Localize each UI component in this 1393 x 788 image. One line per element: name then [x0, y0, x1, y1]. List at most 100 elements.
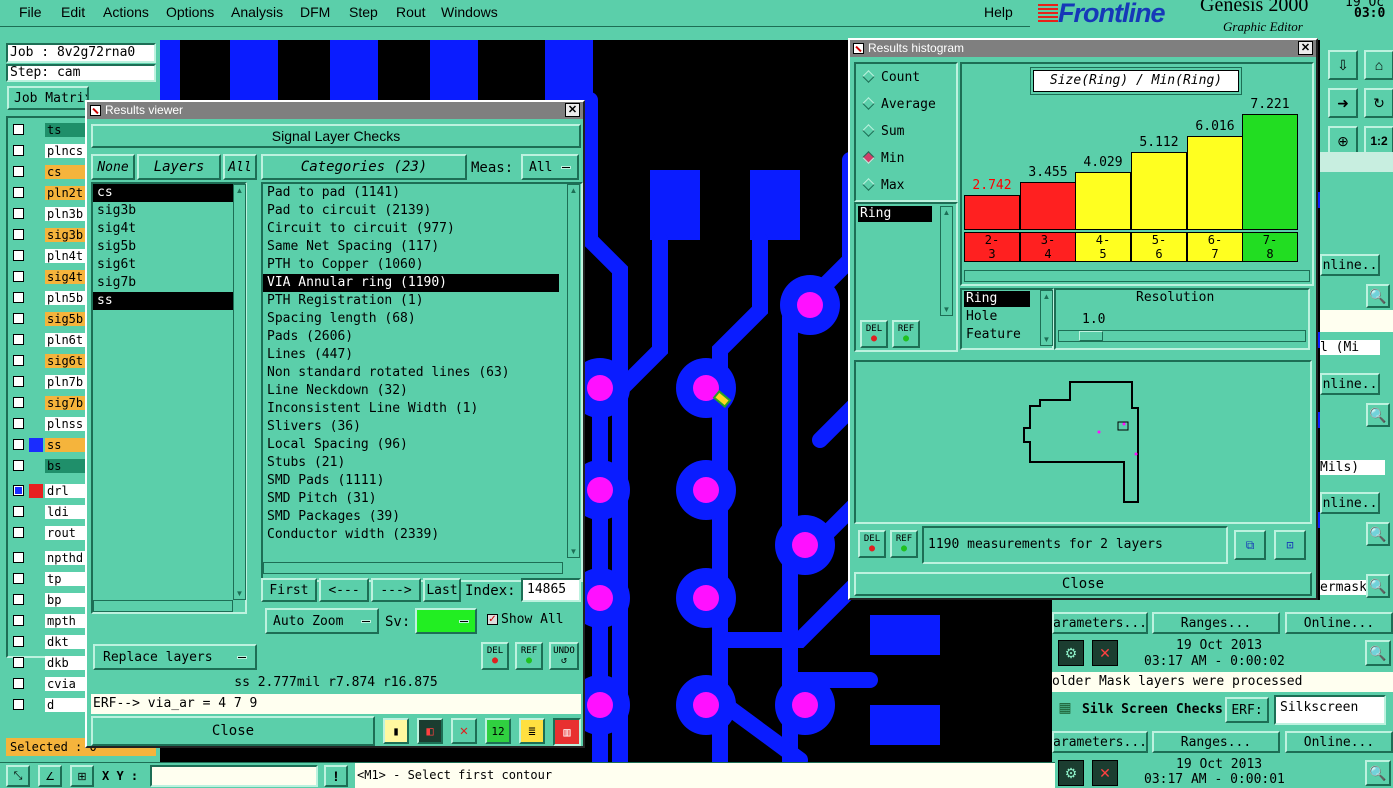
layer-checkbox[interactable] — [13, 460, 24, 471]
grid-tool-icon[interactable]: ⊞ — [70, 765, 94, 787]
run-icon-2[interactable]: ⚙ — [1058, 760, 1084, 786]
layer-checkbox[interactable] — [13, 615, 24, 626]
menu-help[interactable]: Help — [984, 4, 1013, 20]
histogram-bar[interactable] — [1075, 172, 1131, 230]
category-item[interactable]: Pad to pad (1141) — [263, 184, 559, 202]
rotate-icon[interactable]: ↻ — [1364, 88, 1393, 118]
stop-icon-2[interactable]: ✕ — [1092, 760, 1118, 786]
layer-checkbox[interactable] — [13, 636, 24, 647]
mode-radio-sum[interactable]: Sum — [862, 124, 904, 139]
online-button-1[interactable]: Online... — [1320, 254, 1380, 276]
layer-item-ldi[interactable]: ldi — [45, 505, 85, 519]
layer-item-ss[interactable]: ss — [45, 438, 85, 452]
viewer-layer-cs[interactable]: cs — [93, 184, 233, 202]
resolution-slider[interactable] — [1058, 330, 1306, 342]
category-item[interactable]: Slivers (36) — [263, 418, 559, 436]
categories-vscrollbar[interactable]: ▲ ▼ — [567, 184, 580, 558]
layer-checkbox[interactable] — [13, 313, 24, 324]
erf-button[interactable]: ERF: — [1225, 697, 1269, 723]
menu-windows[interactable]: Windows — [441, 4, 498, 20]
category-item[interactable]: SMD Packages (39) — [263, 508, 559, 526]
layer-item-dkt[interactable]: dkt — [45, 635, 85, 649]
histogram-icon[interactable]: ▥ — [553, 718, 581, 746]
histogram-list-item[interactable]: Ring — [858, 206, 932, 222]
layer-item-pln4t[interactable]: pln4t — [45, 249, 85, 263]
ranges-button-1[interactable]: Ranges... — [1152, 612, 1280, 634]
report-icon[interactable]: ▮ — [383, 718, 409, 744]
layer-checkbox[interactable] — [13, 552, 24, 563]
zoom-window-icon[interactable]: ⧉ — [1234, 530, 1266, 560]
run-icon-1[interactable]: ⚙ — [1058, 640, 1084, 666]
layer-item-pln2t[interactable]: pln2t — [45, 186, 85, 200]
category-item[interactable]: PTH Registration (1) — [263, 292, 559, 310]
layer-item-rout[interactable]: rout — [45, 526, 85, 540]
results-viewer-titlebar[interactable]: Results viewer ✕ — [87, 102, 583, 119]
layer-color-swatch[interactable] — [29, 484, 43, 498]
menu-file[interactable]: File — [19, 4, 42, 20]
category-item[interactable]: SMD Pitch (31) — [263, 490, 559, 508]
hist-ref-button[interactable]: REF ● — [892, 320, 920, 348]
measure-tool-icon[interactable]: ∠ — [38, 765, 62, 787]
layer-checkbox[interactable] — [13, 527, 24, 538]
menu-options[interactable]: Options — [166, 4, 214, 20]
menu-rout[interactable]: Rout — [396, 4, 426, 20]
del-button[interactable]: DEL ● — [481, 642, 509, 670]
notes-icon[interactable]: ≣ — [519, 718, 545, 744]
menu-step[interactable]: Step — [349, 4, 378, 20]
category-item[interactable]: Local Spacing (96) — [263, 436, 559, 454]
hist-del-button[interactable]: DEL ● — [860, 320, 888, 348]
mode-radio-max[interactable]: Max — [862, 178, 904, 193]
delete-all-icon[interactable]: ✕ — [451, 718, 477, 744]
category-item[interactable]: Non standard rotated lines (63) — [263, 364, 559, 382]
categories-button[interactable]: Categories (23) — [261, 154, 467, 180]
category-item[interactable]: Stubs (21) — [263, 454, 559, 472]
viewer-close-button[interactable]: Close — [91, 716, 375, 746]
layer-checkbox[interactable] — [13, 145, 24, 156]
close-icon[interactable]: ✕ — [565, 103, 580, 117]
last-button[interactable]: Last — [423, 578, 461, 602]
layer-checkbox[interactable] — [13, 229, 24, 240]
meas-dropdown[interactable]: All — [521, 154, 579, 180]
histogram-hscrollbar[interactable] — [964, 270, 1310, 282]
layer-item-ts[interactable]: ts — [45, 123, 85, 137]
mode-radio-average[interactable]: Average — [862, 97, 936, 112]
viewer-layer-sig6t[interactable]: sig6t — [93, 256, 233, 274]
layer-checkbox[interactable] — [13, 594, 24, 605]
online-button-5[interactable]: Online... — [1285, 731, 1393, 753]
preview-ref-button[interactable]: REF ● — [890, 530, 918, 558]
zoom-tool-icon[interactable]: ⤡ — [6, 765, 30, 787]
sv-dropdown[interactable] — [415, 608, 477, 634]
layer-checkbox[interactable] — [13, 166, 24, 177]
layer-checkbox[interactable] — [13, 292, 24, 303]
layer-checkbox[interactable] — [13, 355, 24, 366]
category-item[interactable]: Spacing length (68) — [263, 310, 559, 328]
layer-checkbox[interactable] — [13, 124, 24, 135]
zoom-icon-4[interactable]: 🔍 — [1366, 574, 1390, 598]
ring-option-feature[interactable]: Feature — [966, 327, 1021, 342]
zoom-icon-1[interactable]: 🔍 — [1366, 284, 1390, 308]
layer-checkbox[interactable] — [13, 250, 24, 261]
erf-value[interactable]: Silkscreen — [1274, 695, 1386, 725]
stop-icon-1[interactable]: ✕ — [1092, 640, 1118, 666]
mode-radio-count[interactable]: Count — [862, 70, 920, 85]
online-button-4[interactable]: Online... — [1285, 612, 1393, 634]
layer-item-plnss[interactable]: plnss — [45, 417, 85, 431]
export-icon[interactable]: ➜ — [1328, 88, 1358, 118]
layer-item-pln5b[interactable]: pln5b — [45, 291, 85, 305]
close-icon[interactable]: ✕ — [1298, 41, 1313, 55]
xy-input[interactable] — [150, 765, 318, 787]
histogram-bar[interactable] — [964, 195, 1020, 230]
mode-radio-min[interactable]: Min — [862, 151, 904, 166]
histogram-titlebar[interactable]: Results histogram ✕ — [850, 40, 1316, 57]
zoom-extent-icon[interactable]: ⊡ — [1274, 530, 1306, 560]
job-matrix-button[interactable]: Job Matrix — [7, 86, 89, 110]
categories-hscrollbar[interactable] — [263, 562, 563, 574]
layer-item-sig5b[interactable]: sig5b — [45, 312, 85, 326]
layer-item-pln7b[interactable]: pln7b — [45, 375, 85, 389]
next-button[interactable]: ---> — [371, 578, 421, 602]
layer-checkbox[interactable] — [13, 573, 24, 584]
counter-icon[interactable]: 12 — [485, 718, 511, 744]
undo-button[interactable]: UNDO ↺ — [549, 642, 579, 670]
layer-checkbox[interactable] — [13, 699, 24, 710]
layer-item-npthdr[interactable]: npthdr — [45, 551, 85, 565]
